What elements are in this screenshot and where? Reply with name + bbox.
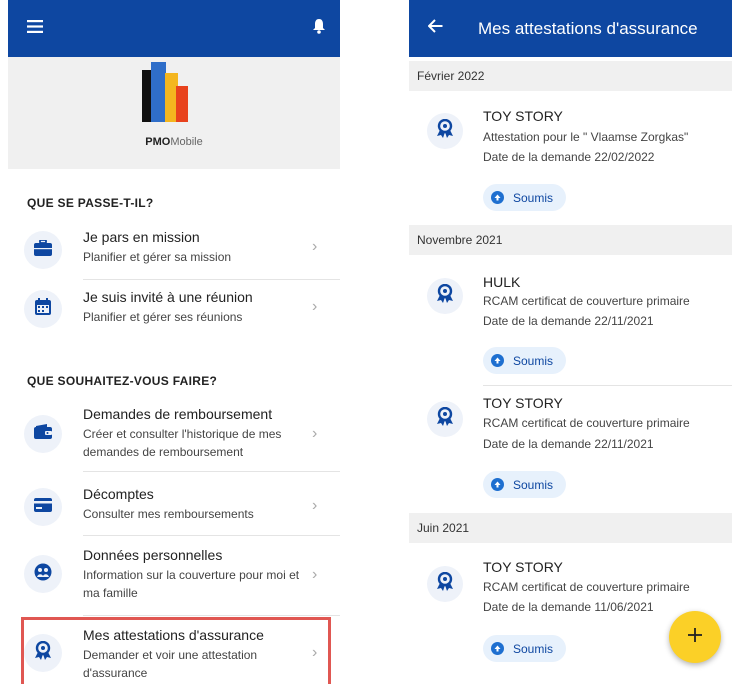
app-logo-text: PMOMobile: [145, 136, 203, 148]
certificate-title: TOY STORY: [483, 559, 563, 575]
certificates-app-bar: Mes attestations d'assurance: [409, 0, 732, 57]
month-header: Février 2022: [409, 61, 732, 91]
divider: [483, 385, 732, 386]
certificate-description: RCAM certificat de couverture primaire: [483, 294, 690, 308]
menu-item-title: Données personnelles: [83, 547, 223, 563]
menu-item-title: Je suis invité à une réunion: [83, 289, 253, 305]
calendar-icon: [35, 298, 51, 320]
menu-button[interactable]: [12, 0, 58, 57]
plus-icon: [688, 627, 702, 647]
wallet-icon-wrap: [24, 415, 62, 453]
arrow-up-icon: [491, 191, 504, 204]
certificate-icon: [436, 283, 454, 309]
status-badge: Soumis: [483, 347, 567, 374]
certificate-description: Attestation pour le " Vlaamse Zorgkas": [483, 130, 689, 144]
section-title-events: QUE SE PASSE-T-IL?: [27, 196, 154, 210]
menu-item-personal-data[interactable]: Données personnelles Information sur la …: [8, 540, 340, 610]
status-badge: Soumis: [483, 184, 567, 211]
page-title: Mes attestations d'assurance: [478, 19, 698, 38]
certificate-icon-wrap: [427, 278, 463, 314]
add-certificate-button[interactable]: [669, 611, 721, 663]
credit-card-icon: [34, 497, 52, 517]
month-header: Novembre 2021: [409, 225, 732, 255]
briefcase-icon: [34, 238, 52, 261]
family-icon: [34, 563, 52, 586]
certificate-title: TOY STORY: [483, 395, 563, 411]
chevron-right-icon: ›: [312, 566, 318, 583]
certificate-icon-wrap: [427, 113, 463, 149]
menu-item-statements[interactable]: Décomptes Consulter mes remboursements ›: [8, 476, 340, 530]
certificates-screen: Mes attestations d'assurance Février 202…: [409, 0, 732, 684]
menu-item-title: Décomptes: [83, 486, 154, 502]
menu-item-meeting[interactable]: Je suis invité à une réunion Planifier e…: [8, 284, 340, 334]
arrow-up-icon: [491, 478, 504, 491]
notifications-button[interactable]: [296, 0, 340, 57]
divider: [83, 471, 340, 472]
menu-item-subtitle: Planifier et gérer sa mission: [83, 250, 232, 264]
chevron-right-icon: ›: [312, 238, 318, 255]
divider: [83, 535, 340, 536]
section-title-actions: QUE SOUHAITEZ-VOUS FAIRE?: [27, 374, 218, 388]
divider: [83, 615, 340, 616]
chevron-right-icon: ›: [312, 497, 318, 514]
status-badge: Soumis: [483, 471, 567, 498]
certificate-description: RCAM certificat de couverture primaire: [483, 416, 690, 430]
menu-item-mission[interactable]: Je pars en mission Planifier et gérer sa…: [8, 225, 340, 275]
certificate-card[interactable]: TOY STORY RCAM certificat de couverture …: [409, 390, 732, 508]
certificate-card[interactable]: HULK RCAM certificat de couverture prima…: [409, 265, 732, 383]
menu-item-subtitle: Créer et consulter l'historique de mes d…: [83, 427, 282, 459]
pmo-logo: [141, 60, 211, 131]
certificate-title: HULK: [483, 274, 521, 290]
family-icon-wrap: [24, 555, 62, 593]
certificate-description: RCAM certificat de couverture primaire: [483, 580, 690, 594]
hamburger-icon: [27, 19, 43, 38]
certificate-date: Date de la demande 22/11/2021: [483, 437, 654, 451]
arrow-up-icon: [491, 642, 504, 655]
chevron-right-icon: ›: [312, 425, 318, 442]
arrow-up-icon: [491, 354, 504, 367]
app-logo-area: PMOMobile: [8, 57, 340, 169]
certificate-date: Date de la demande 22/11/2021: [483, 314, 654, 328]
menu-item-title: Demandes de remboursement: [83, 406, 273, 422]
arrow-left-icon: [427, 19, 443, 38]
divider: [83, 279, 340, 280]
certificate-icon-wrap: [427, 401, 463, 437]
menu-item-subtitle: Information sur la couverture pour moi e…: [83, 568, 300, 600]
status-badge: Soumis: [483, 635, 567, 662]
certificate-title: TOY STORY: [483, 108, 563, 124]
menu-item-title: Je pars en mission: [83, 229, 200, 245]
status-label: Soumis: [513, 190, 554, 205]
month-header: Juin 2021: [409, 513, 732, 543]
calendar-icon-wrap: [24, 290, 62, 328]
briefcase-icon-wrap: [24, 231, 62, 269]
certificate-date: Date de la demande 11/06/2021: [483, 600, 654, 614]
chevron-right-icon: ›: [312, 298, 318, 315]
selection-highlight: [21, 617, 331, 684]
back-button[interactable]: [412, 0, 458, 57]
certificate-icon-wrap: [427, 566, 463, 602]
menu-item-subtitle: Consulter mes remboursements: [83, 507, 254, 521]
status-label: Soumis: [513, 641, 554, 656]
menu-item-subtitle: Planifier et gérer ses réunions: [83, 310, 243, 324]
certificate-icon: [436, 571, 454, 597]
certificate-date: Date de la demande 22/02/2022: [483, 150, 655, 164]
certificate-icon: [436, 118, 454, 144]
home-app-bar: [8, 0, 340, 57]
bell-icon: [312, 18, 326, 39]
wallet-icon: [34, 424, 52, 444]
home-screen: PMOMobile QUE SE PASSE-T-IL? Je pars en …: [8, 0, 340, 684]
status-label: Soumis: [513, 353, 554, 368]
menu-item-reimbursement-requests[interactable]: Demandes de remboursement Créer et consu…: [8, 401, 340, 467]
credit-card-icon-wrap: [24, 488, 62, 526]
certificate-card[interactable]: TOY STORY Attestation pour le " Vlaamse …: [409, 100, 732, 220]
certificate-icon: [436, 406, 454, 432]
status-label: Soumis: [513, 477, 554, 492]
